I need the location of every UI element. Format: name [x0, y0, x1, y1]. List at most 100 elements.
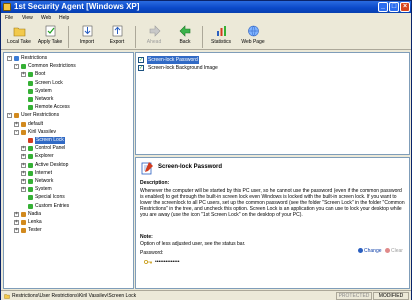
- change-link[interactable]: Change: [358, 248, 382, 254]
- tree-node-icon: [28, 146, 33, 152]
- restrictions-tree[interactable]: - Restrictions - Common Restrictions + Boot Sc…: [3, 52, 134, 289]
- password-label: Password:: [140, 250, 164, 256]
- modified-indicator: MODIFIED: [373, 292, 409, 300]
- tree-expander-icon[interactable]: +: [21, 72, 26, 78]
- menu-bar: File View Web Help: [1, 13, 411, 23]
- tree-node-icon: [28, 203, 33, 209]
- export-icon: [112, 25, 122, 37]
- tree-node-label: Custom Entries: [35, 202, 70, 209]
- apply-take-button[interactable]: Apply Take: [34, 25, 66, 49]
- change-icon: [358, 248, 363, 253]
- tree-expander-icon[interactable]: +: [21, 162, 26, 168]
- tree-expander-icon[interactable]: +: [14, 220, 19, 225]
- back-button[interactable]: Back: [169, 25, 201, 49]
- tree-node-label: Internet: [35, 169, 52, 176]
- tree-node-icon: [28, 88, 33, 94]
- tree-expander-icon[interactable]: -: [14, 129, 19, 135]
- tree-node-icon: [28, 97, 33, 102]
- close-button[interactable]: ×: [400, 2, 410, 12]
- tree-node-icon: [28, 179, 33, 184]
- protected-indicator: PROTECTED: [336, 292, 372, 300]
- tree-node-label: Control Panel: [35, 145, 66, 152]
- note-heading: Note:: [140, 234, 153, 240]
- ahead-button[interactable]: Ahead: [138, 25, 170, 49]
- tree-expander-icon[interactable]: -: [7, 56, 12, 61]
- tree-expander-icon[interactable]: +: [21, 146, 26, 152]
- list-item[interactable]: ✓ Screen-lock Background Image: [138, 64, 288, 72]
- tree-node-icon: [28, 72, 33, 78]
- tree-expander-icon[interactable]: +: [21, 179, 26, 184]
- tree-expander-icon[interactable]: +: [14, 228, 19, 234]
- tree-node-icon: [28, 154, 33, 160]
- tree-node-icon: [21, 121, 26, 127]
- tree-node-icon: [21, 129, 26, 135]
- tree-expander-icon[interactable]: +: [14, 121, 19, 127]
- status-path: Restrictions\User Restrictions\Kiril Vas…: [12, 293, 137, 299]
- export-button[interactable]: Export: [101, 25, 133, 49]
- list-item[interactable]: ✓ Screen-lock Password: [138, 56, 288, 64]
- import-button[interactable]: Import: [71, 25, 103, 49]
- title-bar[interactable]: 1st Security Agent [Windows XP] _ □ ×: [1, 1, 411, 13]
- tree-node-label: Restrictions: [21, 55, 48, 61]
- tree-node-icon: [14, 56, 19, 61]
- tree-expander-icon[interactable]: +: [21, 187, 26, 193]
- tree-node-icon: [28, 187, 33, 193]
- window-title: 1st Security Agent [Windows XP]: [14, 2, 140, 11]
- tree-expander-icon[interactable]: +: [21, 154, 26, 160]
- import-icon: [82, 25, 92, 37]
- menu-web[interactable]: Web: [41, 14, 51, 22]
- tree-node-icon: [14, 113, 19, 119]
- tree-node-icon: [21, 228, 26, 234]
- tree-node-icon: [21, 211, 26, 217]
- note-text: Option of less adjusted user, see the st…: [140, 241, 246, 247]
- tree-expander-icon[interactable]: +: [14, 211, 19, 217]
- tree-node-icon: [21, 64, 26, 70]
- tree-node-icon: [21, 220, 26, 225]
- menu-help[interactable]: Help: [59, 14, 69, 22]
- tree-node-label: Screen Lock: [35, 79, 63, 86]
- tree-node-label: User Restrictions: [21, 112, 60, 119]
- tree-node-label: Active Desktop: [35, 161, 69, 168]
- folder-icon: [13, 27, 25, 37]
- tree-expander-icon[interactable]: -: [14, 64, 19, 70]
- web-page-button[interactable]: Web Page: [237, 25, 269, 49]
- maximize-button[interactable]: □: [389, 2, 399, 12]
- toolbar-separator: [202, 26, 203, 48]
- tree-node-label: Network: [35, 178, 54, 184]
- option-checkbox[interactable]: ✓: [138, 65, 144, 71]
- tree-node-label: Nadia: [28, 210, 42, 217]
- apply-icon: [45, 25, 55, 37]
- tree-node-label: Lenka: [28, 219, 42, 225]
- app-icon: [3, 3, 11, 11]
- app-window: 1st Security Agent [Windows XP] _ □ × Fi…: [0, 0, 412, 300]
- tree-node-label: Remote Access: [35, 104, 70, 111]
- password-value: ••••••••••••••: [155, 259, 180, 265]
- key-icon: [144, 260, 152, 264]
- tree-node-label: Screen Lock: [35, 137, 65, 144]
- tree-node-icon: [28, 105, 33, 111]
- minimize-button[interactable]: _: [378, 2, 388, 12]
- tree-node-label: Boot: [35, 71, 46, 78]
- option-list[interactable]: ✓ Screen-lock Password ✓ Screen-lock Bac…: [135, 52, 410, 155]
- tree-node-icon: [28, 195, 33, 201]
- tree-node-icon: [28, 138, 33, 143]
- menu-file[interactable]: File: [5, 14, 13, 22]
- local-take-button[interactable]: Local Take: [3, 25, 35, 49]
- menu-view[interactable]: View: [22, 14, 33, 22]
- option-checkbox[interactable]: ✓: [138, 57, 144, 63]
- detail-title: Screen-lock Password: [158, 164, 223, 170]
- tree-expander-icon[interactable]: -: [7, 113, 12, 119]
- tree-node-label: Common Restrictions: [28, 63, 76, 70]
- tree-node-label: System: [35, 186, 52, 193]
- description-heading: Description:: [140, 180, 170, 186]
- description-text: Whenever the computer will be started by…: [140, 188, 405, 218]
- clear-icon: [385, 248, 390, 253]
- toolbar-separator: [135, 26, 136, 48]
- statistics-icon: [216, 26, 226, 36]
- tree-expander-icon[interactable]: +: [21, 170, 26, 176]
- toolbar-separator: [68, 26, 69, 48]
- tree-node-label: Explorer: [35, 153, 54, 160]
- detail-panel: Screen-lock Password Description: Whenev…: [135, 157, 410, 289]
- statistics-button[interactable]: Statistics: [205, 25, 237, 49]
- clear-link[interactable]: Clear: [385, 248, 403, 254]
